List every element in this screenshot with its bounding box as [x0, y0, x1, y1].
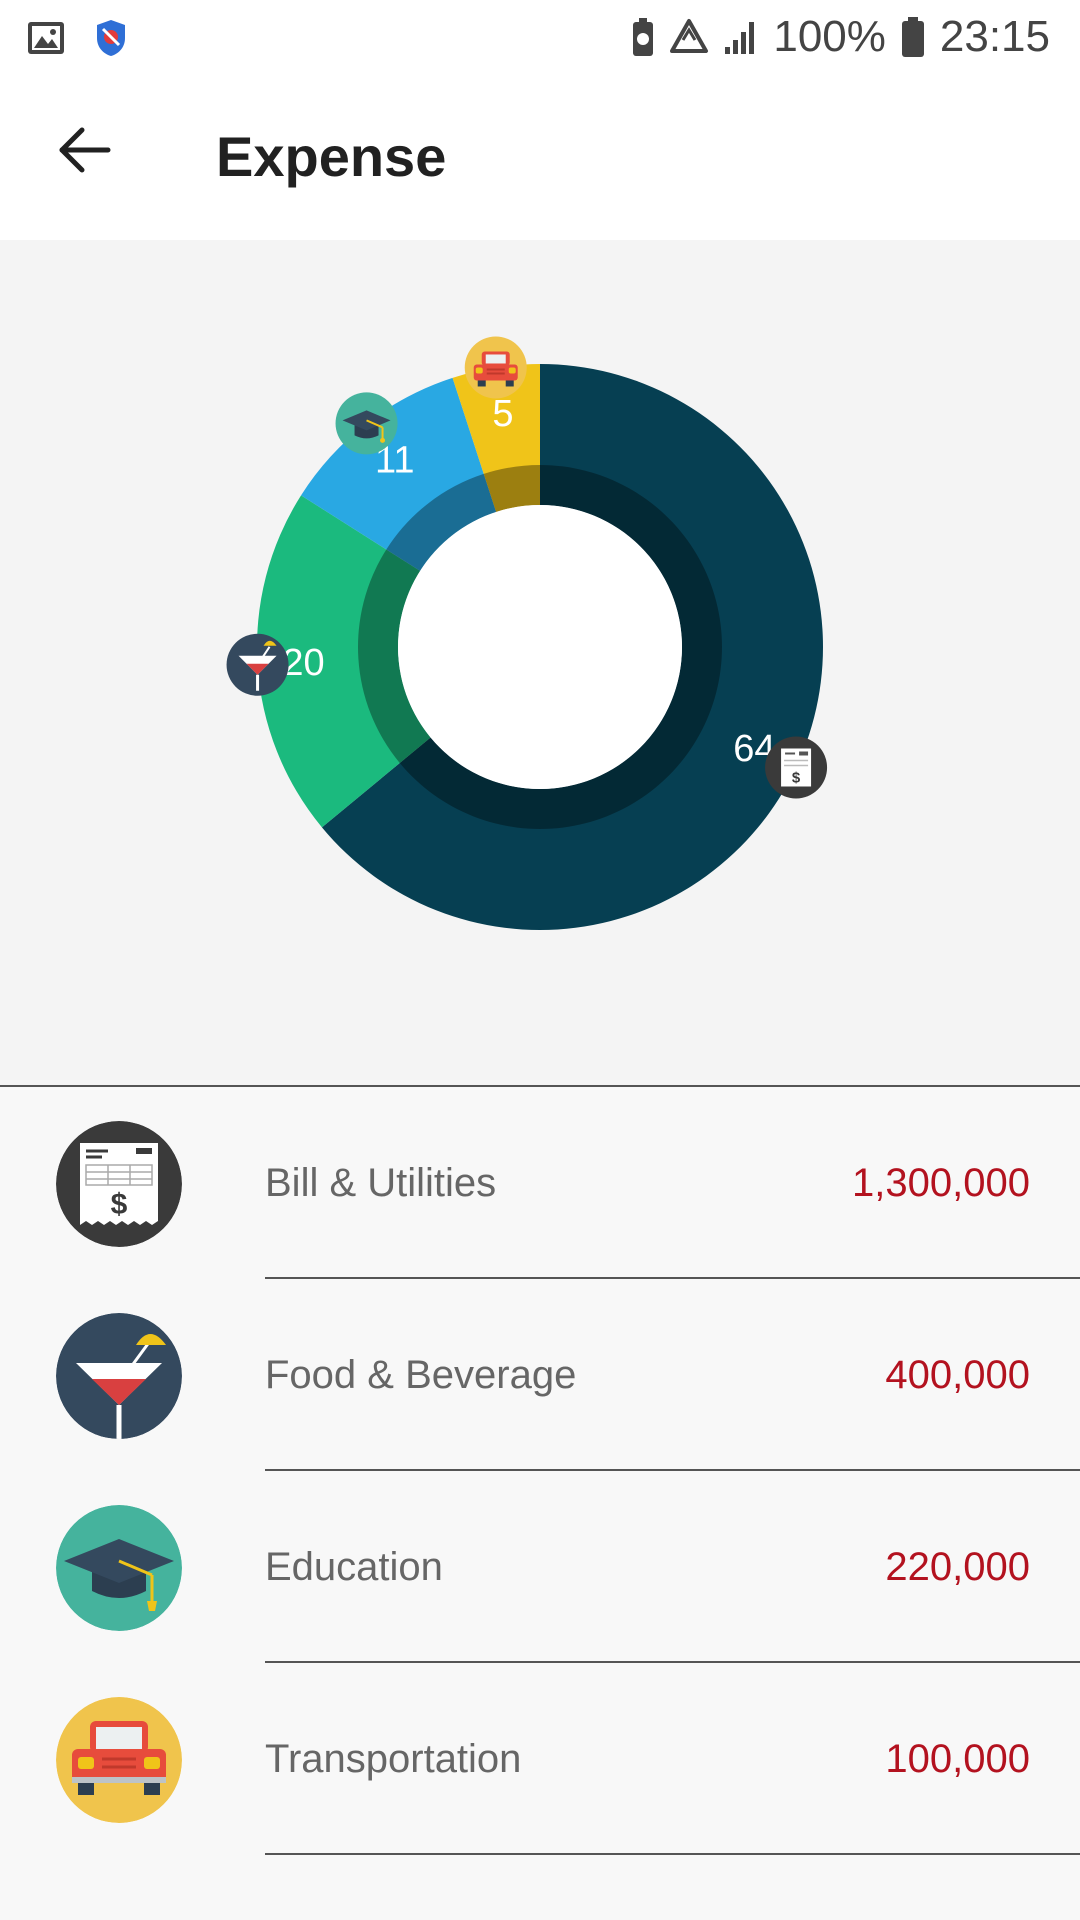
expense-list: $ Bill & Utilities 1,300,000 Food & Beve…	[0, 1087, 1080, 1855]
arrow-left-icon	[56, 126, 112, 179]
slice-value-label: 20	[282, 642, 324, 684]
car-icon	[463, 335, 528, 400]
list-item-transportation[interactable]: Transportation 100,000	[0, 1663, 1080, 1855]
battery-percent: 100%	[773, 12, 886, 61]
battery-saver-icon	[631, 17, 655, 57]
expense-amount: 1,300,000	[852, 1161, 1030, 1205]
clock: 23:15	[939, 12, 1050, 61]
expense-donut-chart: $	[225, 335, 829, 931]
gallery-icon	[26, 20, 66, 61]
back-button[interactable]	[48, 116, 120, 188]
recycle-icon	[669, 18, 709, 56]
graduation-cap-icon	[334, 391, 399, 456]
status-bar: 100% 23:15	[0, 0, 1080, 76]
donut-hole	[398, 505, 682, 789]
battery-icon	[900, 16, 926, 58]
expense-amount: 400,000	[885, 1353, 1030, 1397]
slice-value-label: 5	[492, 393, 513, 435]
expense-amount: 220,000	[885, 1545, 1030, 1589]
car-icon	[56, 1697, 182, 1823]
bill-icon: $	[56, 1121, 182, 1247]
signal-icon	[723, 19, 759, 55]
cocktail-icon	[225, 632, 291, 698]
list-item-bill-utilities[interactable]: $ Bill & Utilities 1,300,000	[0, 1087, 1080, 1279]
list-item-food-beverage[interactable]: Food & Beverage 400,000	[0, 1279, 1080, 1471]
graduation-cap-icon	[56, 1505, 182, 1631]
expense-label: Transportation	[265, 1737, 522, 1781]
expense-label: Food & Beverage	[265, 1353, 577, 1397]
chart-area: $	[0, 240, 1080, 1085]
cocktail-icon	[56, 1313, 182, 1439]
expense-amount: 100,000	[885, 1737, 1030, 1781]
list-item-education[interactable]: Education 220,000	[0, 1471, 1080, 1663]
expense-label: Bill & Utilities	[265, 1161, 497, 1205]
bill-icon	[764, 735, 829, 800]
shield-icon	[94, 18, 128, 63]
svg-text:$: $	[111, 1188, 128, 1221]
row-divider	[265, 1853, 1080, 1855]
page-title: Expense	[216, 125, 447, 188]
expense-label: Education	[265, 1545, 443, 1589]
app-bar: Expense	[0, 76, 1080, 240]
